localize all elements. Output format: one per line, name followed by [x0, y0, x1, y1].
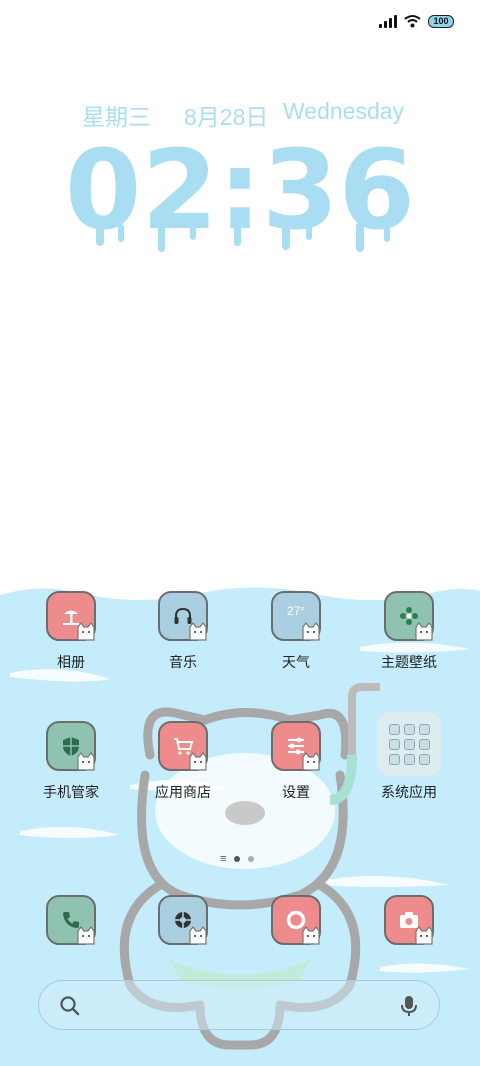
clock: 02:36 — [65, 132, 415, 254]
app-label: 相册 — [57, 654, 85, 670]
sliders-icon — [271, 721, 321, 771]
cart-icon — [158, 721, 208, 771]
app-gallery[interactable]: 相册 — [15, 591, 127, 672]
app-security[interactable]: 手机管家 — [15, 721, 127, 802]
signal-icon — [379, 14, 397, 28]
app-weather[interactable]: 27° 天气 — [240, 591, 352, 672]
battery-level: 100 — [433, 16, 449, 26]
page-dot — [248, 856, 255, 862]
search-bar[interactable] — [38, 980, 440, 1030]
headphones-icon — [158, 591, 208, 641]
message-icon — [271, 895, 321, 945]
app-music[interactable]: 音乐 — [127, 591, 239, 672]
app-themes[interactable]: 主题壁纸 — [353, 591, 465, 672]
phone-icon — [46, 895, 96, 945]
cat-badge-icon — [302, 926, 320, 945]
browser-icon — [158, 895, 208, 945]
gallery-icon — [46, 591, 96, 641]
app-label: 天气 — [282, 654, 310, 670]
page-indicator[interactable]: ≡ — [220, 853, 255, 865]
camera-icon — [384, 895, 434, 945]
cat-badge-icon — [189, 752, 207, 771]
shield-icon — [46, 721, 96, 771]
app-label: 手机管家 — [43, 784, 99, 800]
dock-browser[interactable] — [127, 895, 239, 945]
cat-badge-icon — [189, 622, 207, 641]
cat-badge-icon — [302, 752, 320, 771]
app-store[interactable]: 应用商店 — [127, 721, 239, 802]
weekday-en: Wednesday — [283, 98, 405, 124]
weather-icon: 27° — [271, 591, 321, 641]
dock-camera[interactable] — [353, 895, 465, 945]
cat-badge-icon — [415, 926, 433, 945]
app-label: 设置 — [282, 784, 310, 800]
cat-badge-icon — [189, 926, 207, 945]
app-folder-system[interactable]: 系统应用 — [353, 712, 465, 802]
cat-badge-icon — [302, 622, 320, 641]
battery-icon: 100 — [428, 14, 454, 28]
folder-icon — [377, 712, 441, 776]
app-settings[interactable]: 设置 — [240, 721, 352, 802]
mic-icon[interactable] — [399, 994, 419, 1018]
list-icon: ≡ — [220, 853, 227, 865]
app-label: 应用商店 — [155, 784, 211, 800]
date-cn: 8月28日 — [184, 104, 269, 130]
app-label: 主题壁纸 — [381, 654, 437, 670]
wifi-icon — [404, 15, 421, 28]
search-icon[interactable] — [59, 995, 81, 1017]
dock-messages[interactable] — [240, 895, 352, 945]
weather-temp: 27° — [286, 604, 306, 618]
status-bar: 100 — [379, 10, 454, 32]
cat-badge-icon — [77, 752, 95, 771]
app-label: 音乐 — [169, 654, 197, 670]
dock-phone[interactable] — [15, 895, 127, 945]
app-label: 系统应用 — [381, 784, 437, 800]
cat-badge-icon — [415, 622, 433, 641]
cat-badge-icon — [77, 622, 95, 641]
page-dot-active — [234, 856, 241, 862]
cat-badge-icon — [77, 926, 95, 945]
weekday-cn: 星期三 — [82, 104, 151, 130]
flower-icon — [384, 591, 434, 641]
